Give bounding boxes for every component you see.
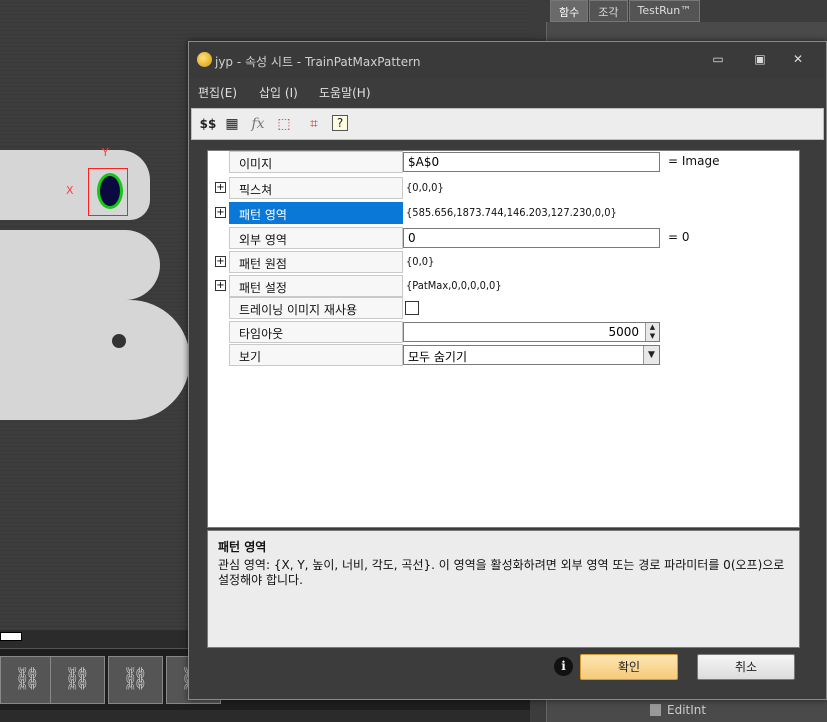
select-region-icon[interactable]: ⬚ [274, 115, 294, 133]
property-value: {585.656,1873.744,146.203,127.230,0,0} [406, 206, 617, 219]
chain-icon: ⛓ [63, 667, 92, 692]
scale-bar [0, 632, 22, 641]
app-icon [197, 52, 212, 67]
property-row[interactable]: + 패턴 원점 {0,0} [208, 251, 799, 273]
help-panel: 패턴 영역 관심 영역: {X, Y, 높이, 너비, 각도, 곡선}. 이 영… [207, 530, 800, 648]
property-row[interactable]: + 패턴 영역 {585.656,1873.744,146.203,127.23… [208, 202, 799, 224]
help-title: 패턴 영역 [218, 540, 267, 554]
chain-icon: ⛓ [13, 667, 42, 692]
expand-icon[interactable]: + [215, 182, 226, 193]
thumbnail[interactable]: ⛓ [108, 656, 163, 704]
property-row[interactable]: + 픽스쳐 {0,0,0} [208, 177, 799, 199]
function-icon [650, 704, 661, 716]
expand-icon[interactable]: + [215, 280, 226, 291]
menu-help[interactable]: 도움말(H) [319, 84, 371, 101]
y-axis-label: Y [102, 146, 109, 159]
minimize-button[interactable]: ▭ [707, 50, 729, 68]
expand-icon[interactable]: + [215, 207, 226, 218]
property-row[interactable]: 타임아웃 5000 ▲ ▼ [208, 321, 799, 343]
property-row[interactable]: 외부 영역 0 = 0 [208, 227, 799, 249]
dialog-title: jyp - 속성 시트 - TrainPatMaxPattern [215, 55, 421, 69]
property-row[interactable]: 보기 모두 숨기기 ▼ [208, 344, 799, 366]
thumbnail[interactable]: ⛓ [50, 656, 105, 704]
maximize-button[interactable]: ▣ [749, 50, 771, 68]
property-grid: 이미지 $A$0 = Image + 픽스쳐 {0,0,0} + 패턴 영역 {… [207, 150, 800, 528]
fit-region-icon[interactable]: ⌗ [304, 115, 324, 133]
dialog-titlebar[interactable]: jyp - 속성 시트 - TrainPatMaxPattern ▭ ▣ ✕ [189, 42, 826, 78]
function-icon[interactable]: fx [248, 115, 268, 133]
property-label: 트레이닝 이미지 재사용 [229, 297, 403, 319]
cancel-button[interactable]: 취소 [697, 654, 795, 680]
chain-icon: ⛓ [121, 667, 150, 692]
property-label: 이미지 [229, 151, 403, 173]
grid-icon[interactable]: ▦ [222, 115, 242, 133]
chevron-down-icon[interactable]: ▼ [643, 346, 659, 364]
menu-bar: 편집(E) 삽입 (I) 도움말(H) [189, 79, 826, 105]
tab-snippets[interactable]: 조각 [589, 0, 628, 22]
property-label: 보기 [229, 344, 403, 366]
tab-functions[interactable]: 함수 [550, 0, 589, 22]
property-label: 패턴 원점 [229, 251, 403, 273]
part-silhouette [0, 300, 190, 420]
timeout-input[interactable]: 5000 ▲ ▼ [403, 322, 660, 342]
expand-icon[interactable]: + [215, 256, 226, 267]
toolbar: $$ ▦ fx ⬚ ⌗ ? [191, 108, 824, 140]
info-icon: i [554, 657, 573, 676]
property-value: {0,0} [406, 255, 435, 268]
part-silhouette [0, 230, 160, 300]
property-label: 픽스쳐 [229, 177, 403, 199]
view-dropdown-value: 모두 숨기기 [408, 350, 468, 364]
outer-region-input[interactable]: 0 [403, 228, 660, 248]
property-sheet-dialog: jyp - 속성 시트 - TrainPatMaxPattern ▭ ▣ ✕ 편… [188, 41, 827, 700]
pattern-origin-marker[interactable] [97, 173, 123, 209]
function-list-item-label: EditInt [667, 703, 707, 717]
property-row[interactable]: 트레이닝 이미지 재사용 [208, 297, 799, 319]
menu-edit[interactable]: 편집(E) [198, 84, 237, 101]
part-hole [112, 334, 126, 348]
value-suffix: = Image [668, 154, 720, 168]
tab-testrun[interactable]: TestRun™ [628, 0, 701, 22]
close-button[interactable]: ✕ [787, 50, 809, 68]
spin-arrows-icon[interactable]: ▲ ▼ [645, 323, 659, 341]
property-row[interactable]: + 패턴 설정 {PatMax,0,0,0,0,0} [208, 275, 799, 297]
expression-icon[interactable]: $$ [198, 115, 218, 133]
property-row[interactable]: 이미지 $A$0 = Image [208, 151, 799, 173]
help-icon[interactable]: ? [332, 115, 348, 131]
function-list-item[interactable]: EditInt [650, 703, 706, 717]
x-axis-label: X [66, 184, 74, 197]
timeout-value: 5000 [608, 325, 639, 339]
property-label: 외부 영역 [229, 227, 403, 249]
property-label: 패턴 설정 [229, 275, 403, 297]
help-body: 관심 영역: {X, Y, 높이, 너비, 각도, 곡선}. 이 영역을 활성화… [218, 558, 785, 587]
property-label: 패턴 영역 [229, 202, 403, 224]
thumbnail[interactable]: ⛓ [0, 656, 55, 704]
ok-button[interactable]: 확인 [580, 654, 678, 680]
value-suffix: = 0 [668, 230, 690, 244]
reuse-training-image-checkbox[interactable] [405, 301, 419, 315]
property-label: 타임아웃 [229, 321, 403, 343]
view-dropdown[interactable]: 모두 숨기기 ▼ [403, 345, 660, 365]
property-value: {0,0,0} [406, 181, 444, 194]
right-panel-tabs: 함수 조각 TestRun™ [550, 0, 701, 22]
image-input[interactable]: $A$0 [403, 152, 660, 172]
property-value: {PatMax,0,0,0,0,0} [406, 279, 502, 292]
menu-insert[interactable]: 삽입 (I) [259, 84, 298, 101]
